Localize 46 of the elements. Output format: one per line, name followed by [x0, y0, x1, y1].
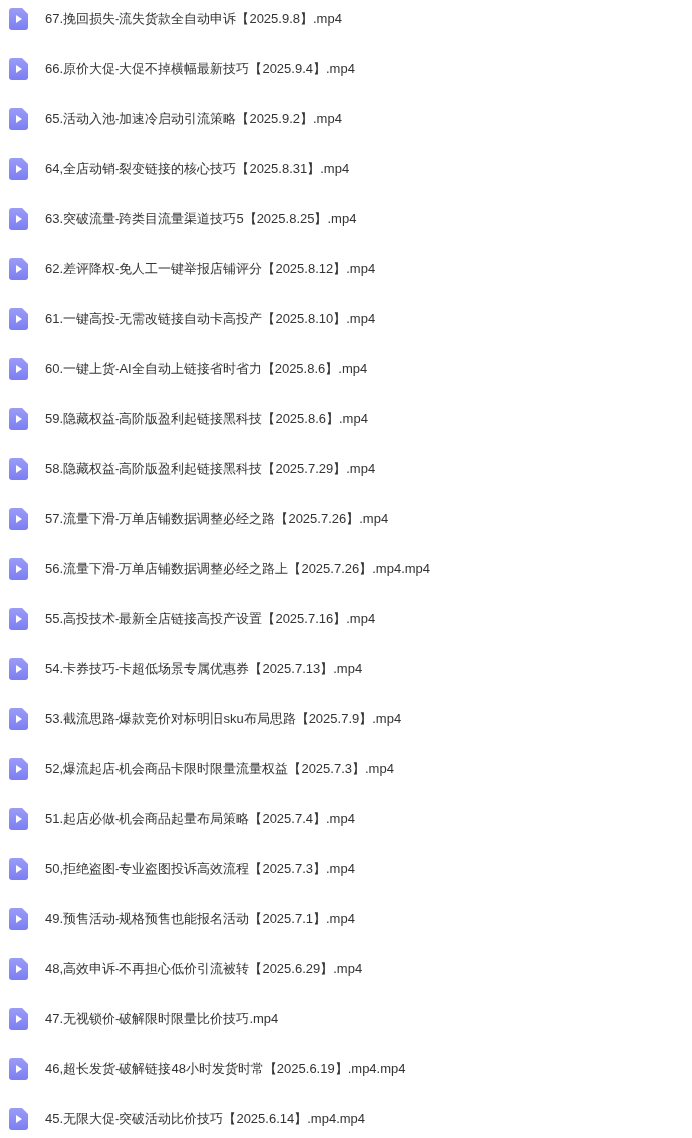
- file-name[interactable]: 66.原价大促-大促不掉横幅最新技巧【2025.9.4】.mp4: [45, 59, 355, 79]
- file-name[interactable]: 60.一键上货-AI全自动上链接省时省力【2025.8.6】.mp4: [45, 359, 368, 379]
- file-name[interactable]: 54.卡券技巧-卡超低场景专属优惠券【2025.7.13】.mp4: [45, 659, 363, 679]
- video-file-icon: [9, 1108, 28, 1130]
- video-file-icon: [9, 658, 28, 680]
- file-name[interactable]: 55.高投技术-最新全店链接高投产设置【2025.7.16】.mp4: [45, 609, 376, 629]
- file-name[interactable]: 48,高效申诉-不再担心低价引流被转【2025.6.29】.mp4: [45, 959, 363, 979]
- file-name[interactable]: 50,拒绝盗图-专业盗图投诉高效流程【2025.7.3】.mp4: [45, 859, 355, 879]
- video-file-icon: [9, 858, 28, 880]
- file-name[interactable]: 57.流量下滑-万单店铺数据调整必经之路【2025.7.26】.mp4: [45, 509, 389, 529]
- video-file-icon: [9, 108, 28, 130]
- file-name[interactable]: 56.流量下滑-万单店铺数据调整必经之路上【2025.7.26】.mp4.mp4: [45, 559, 431, 579]
- video-file-icon: [9, 8, 28, 30]
- file-name[interactable]: 61.一键高投-无需改链接自动卡高投产【2025.8.10】.mp4: [45, 309, 376, 329]
- video-file-icon: [9, 608, 28, 630]
- video-file-icon: [9, 508, 28, 530]
- video-file-icon: [9, 208, 28, 230]
- file-name[interactable]: 46,超长发货-破解链接48小时发货时常【2025.6.19】.mp4.mp4: [45, 1059, 406, 1079]
- file-name[interactable]: 52,爆流起店-机会商品卡限时限量流量权益【2025.7.3】.mp4: [45, 759, 394, 779]
- file-name[interactable]: 64,全店动销-裂变链接的核心技巧【2025.8.31】.mp4: [45, 159, 350, 179]
- file-name[interactable]: 65.活动入池-加速冷启动引流策略【2025.9.2】.mp4: [45, 109, 342, 129]
- video-file-icon: [9, 708, 28, 730]
- video-file-icon: [9, 958, 28, 980]
- file-name[interactable]: 63.突破流量-跨类目流量渠道技巧5【2025.8.25】.mp4: [45, 209, 357, 229]
- video-file-icon: [9, 908, 28, 930]
- file-name[interactable]: 62.差评降权-免人工一键举报店铺评分【2025.8.12】.mp4: [45, 259, 376, 279]
- video-file-icon: [9, 758, 28, 780]
- video-file-icon: [9, 1008, 28, 1030]
- video-file-icon: [9, 458, 28, 480]
- video-file-icon: [9, 158, 28, 180]
- video-file-icon: [9, 358, 28, 380]
- file-name[interactable]: 51.起店必做-机会商品起量布局策略【2025.7.4】.mp4: [45, 809, 355, 829]
- file-name[interactable]: 47.无视锁价-破解限时限量比价技巧.mp4: [45, 1009, 279, 1029]
- video-file-icon: [9, 1058, 28, 1080]
- video-file-icon: [9, 808, 28, 830]
- video-file-icon: [9, 308, 28, 330]
- video-file-icon: [9, 258, 28, 280]
- file-name[interactable]: 58.隐藏权益-高阶版盈利起链接黑科技【2025.7.29】.mp4: [45, 459, 376, 479]
- file-name[interactable]: 67.挽回损失-流失货款全自动申诉【2025.9.8】.mp4: [45, 9, 342, 29]
- video-file-icon: [9, 558, 28, 580]
- file-name[interactable]: 45.无限大促-突破活动比价技巧【2025.6.14】.mp4.mp4: [45, 1109, 366, 1129]
- file-name[interactable]: 53.截流思路-爆款竞价对标明旧sku布局思路【2025.7.9】.mp4: [45, 709, 402, 729]
- video-file-icon: [9, 58, 28, 80]
- file-name[interactable]: 49.预售活动-规格预售也能报名活动【2025.7.1】.mp4: [45, 909, 355, 929]
- file-name[interactable]: 59.隐藏权益-高阶版盈利起链接黑科技【2025.8.6】.mp4: [45, 409, 368, 429]
- video-file-icon: [9, 408, 28, 430]
